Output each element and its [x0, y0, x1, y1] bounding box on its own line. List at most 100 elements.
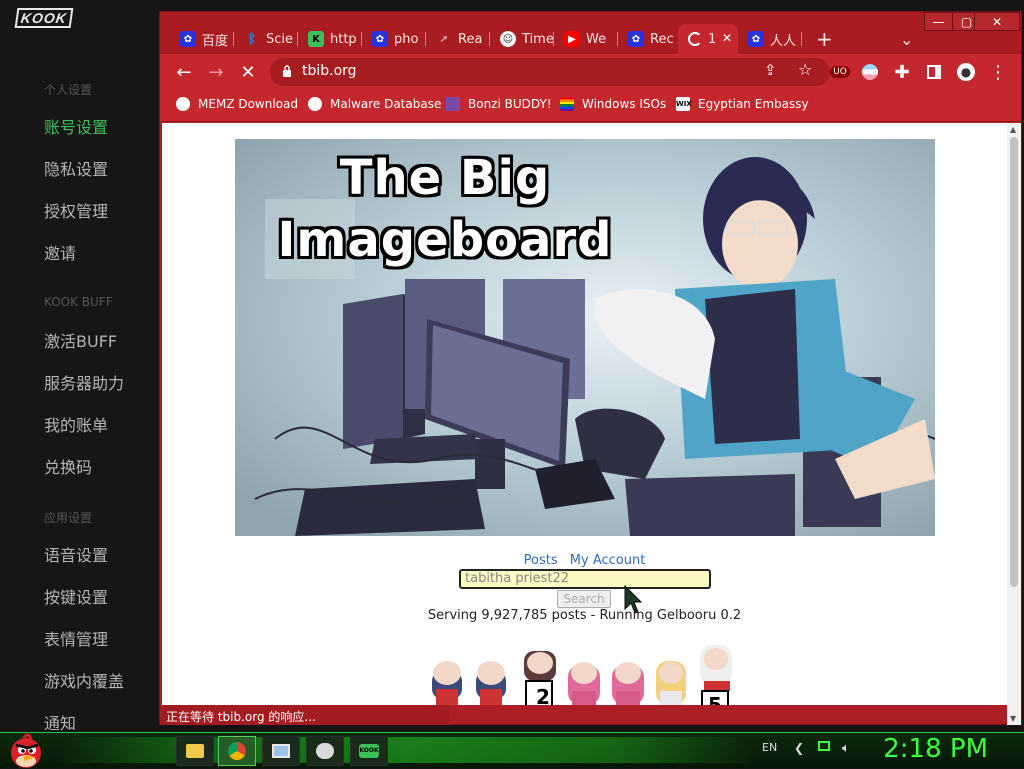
start-button-angry-bird-icon[interactable]	[6, 731, 46, 769]
loading-icon	[688, 32, 702, 46]
extensions-puzzle-icon[interactable]: ✚	[890, 60, 914, 84]
tab-recent[interactable]: ✿ Rec	[618, 24, 678, 54]
sprite-girl-6	[656, 661, 686, 705]
nav-posts-link[interactable]: Posts	[524, 553, 558, 568]
tab-science[interactable]: ᛒ Scie	[234, 24, 298, 54]
close-button[interactable]: ✕	[974, 12, 1020, 31]
tab-time[interactable]: ☺ Time	[490, 24, 554, 54]
bookmark-memz[interactable]: MEMZ Download	[176, 97, 298, 111]
tab-close-icon[interactable]: ✕	[722, 31, 732, 45]
taskbar-glow	[56, 737, 756, 763]
search-button[interactable]: Search	[557, 590, 611, 608]
new-tab-button[interactable]: +	[810, 24, 840, 54]
tab-renren[interactable]: ✿ 人人	[738, 24, 802, 54]
menu-kebab-icon[interactable]: ⋮	[986, 60, 1010, 84]
scroll-up-icon[interactable]: ▲	[1010, 125, 1016, 134]
sidebar-item-overlay[interactable]: 游戏内覆盖	[44, 668, 124, 692]
cursor-icon: ➚	[439, 33, 449, 45]
tab-label: Scie	[266, 31, 294, 47]
ublock-icon[interactable]: UO	[828, 60, 852, 84]
tray-chevron-icon[interactable]: ❮	[794, 741, 804, 755]
bookmark-label: MEMZ Download	[198, 97, 298, 111]
kook-app-icon: KOOK	[359, 744, 379, 758]
sprite-girl-4	[568, 662, 600, 705]
folder-icon	[186, 744, 204, 758]
sidebar-item-invite[interactable]: 邀请	[44, 240, 76, 264]
bookmark-label: Egyptian Embassy	[698, 97, 809, 111]
bookmarks-bar: MEMZ Download Malware Database Bonzi BUD…	[160, 90, 1021, 122]
sidebar-item-authorization[interactable]: 授权管理	[44, 198, 108, 222]
sidebar-item-emoji[interactable]: 表情管理	[44, 626, 108, 650]
globe-icon	[176, 97, 190, 111]
sidebar-item-keybinds[interactable]: 按键设置	[44, 584, 108, 608]
battery-icon[interactable]	[818, 741, 830, 751]
section-title-personal: 个人设置	[44, 83, 93, 97]
bonzi-icon	[446, 97, 460, 111]
forward-arrow-icon[interactable]: →	[204, 60, 228, 84]
clock-icon: ☺	[500, 31, 516, 47]
stop-loading-icon[interactable]: ✕	[236, 60, 260, 84]
sidebar-item-account[interactable]: 账号设置	[44, 114, 108, 138]
bookmark-bonzi-buddy[interactable]: Bonzi BUDDY!	[446, 97, 552, 111]
tab-label: 1	[708, 31, 717, 47]
bookmark-star-icon[interactable]: ☆	[798, 60, 812, 79]
minimize-button[interactable]: —	[924, 12, 953, 31]
bookmark-label: Bonzi BUDDY!	[468, 97, 552, 111]
taskbar: KOOK EN ❮ 🔈︎ 2:18 PM	[0, 732, 1024, 768]
hit-counter-sprites	[432, 645, 732, 705]
taskbar-paint[interactable]	[306, 736, 344, 766]
page-viewport: The Big Imageboard Posts My Account tabi…	[162, 123, 1007, 705]
taskbar-network-app[interactable]	[262, 736, 300, 766]
scroll-down-icon[interactable]: ▼	[1010, 714, 1016, 723]
search-input[interactable]: tabitha priest22	[459, 569, 711, 589]
tab-baidu[interactable]: ✿ 百度	[170, 24, 234, 54]
volume-icon[interactable]: 🔈︎	[842, 741, 850, 756]
chrome-icon	[228, 742, 246, 760]
kook-logo: KOOK	[14, 8, 74, 28]
youtube-icon: ▶	[564, 31, 580, 47]
taskbar-kook[interactable]: KOOK	[350, 736, 388, 766]
bookmark-windows-isos[interactable]: Windows ISOs	[560, 97, 666, 111]
tab-search-button[interactable]: ⌄	[890, 24, 920, 54]
sidebar-item-server-boost[interactable]: 服务器助力	[44, 370, 124, 394]
tab-label: Time	[522, 31, 554, 47]
sidebar-item-privacy[interactable]: 隐私设置	[44, 156, 108, 180]
tab-tbib-active[interactable]: 1 ✕	[678, 24, 738, 54]
tab-youtube[interactable]: ▶ We	[554, 24, 618, 54]
language-indicator[interactable]: EN	[762, 741, 777, 754]
network-computers-icon	[272, 744, 290, 758]
page-scrollbar[interactable]: ▲ ▼	[1007, 123, 1021, 725]
baidu-icon: ✿	[372, 31, 388, 47]
loading-status-bar: 正在等待 tbib.org 的响应...	[160, 705, 450, 725]
globe-icon	[308, 97, 322, 111]
bookmark-malware-database[interactable]: Malware Database	[308, 97, 441, 111]
sidebar-item-activate-buff[interactable]: 激活BUFF	[44, 328, 117, 352]
sprite-girl-5	[612, 662, 644, 705]
tab-photo[interactable]: ✿ pho	[362, 24, 426, 54]
nav-my-account-link[interactable]: My Account	[570, 553, 646, 568]
kook-icon: K	[308, 31, 324, 47]
sidebar-item-my-bills[interactable]: 我的账单	[44, 412, 108, 436]
tab-http[interactable]: Khttp	[298, 24, 362, 54]
address-bar[interactable]: tbib.org ⇪ ☆	[270, 58, 830, 86]
side-panel-icon[interactable]	[922, 60, 946, 84]
share-icon[interactable]: ⇪	[764, 61, 777, 79]
profile-avatar-icon[interactable]: ●	[954, 60, 978, 84]
bookmark-egyptian-embassy[interactable]: WIX Egyptian Embassy	[676, 97, 809, 111]
banner-title: The Big Imageboard	[265, 147, 625, 271]
kook-settings-sidebar: KOOK 个人设置 账号设置 隐私设置 授权管理 邀请 KOOK BUFF 激活…	[0, 0, 160, 734]
extension-circle-icon[interactable]	[858, 60, 882, 84]
tab-read[interactable]: ➚ Rea	[426, 24, 490, 54]
sidebar-item-redeem-code[interactable]: 兑换码	[44, 454, 92, 478]
sidebar-item-notifications[interactable]: 通知	[44, 710, 76, 734]
tab-strip: ✿ 百度 ᛒ Scie Khttp ✿ pho ➚ Rea ☺ Time ▶ We ✿ Rec…	[160, 12, 1021, 54]
taskbar-chrome[interactable]	[218, 736, 256, 766]
scrollbar-thumb[interactable]	[1010, 137, 1018, 587]
baidu-icon: ✿	[748, 31, 764, 47]
taskbar-clock[interactable]: 2:18 PM	[883, 734, 988, 764]
sidebar-item-voice[interactable]: 语音设置	[44, 542, 108, 566]
section-title-app: 应用设置	[44, 511, 93, 525]
taskbar-file-explorer[interactable]	[176, 736, 214, 766]
baidu-icon: ✿	[628, 31, 644, 47]
back-arrow-icon[interactable]: ←	[172, 60, 196, 84]
